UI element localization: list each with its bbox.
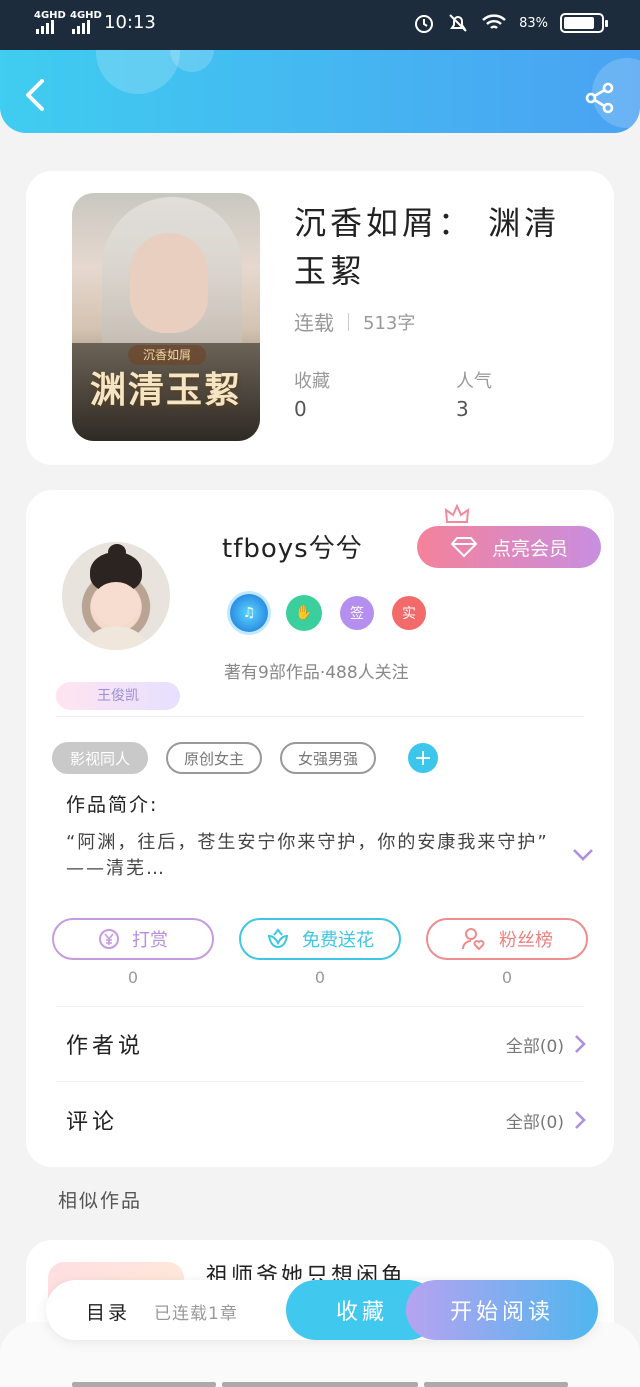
fan-badge: 王俊凯 xyxy=(56,682,180,710)
author-card: 王俊凯 tfboys兮兮 点亮会员 ♫ ✋ 签 实 著有9部作品·488人关注 … xyxy=(26,490,614,1167)
nav-indicator xyxy=(222,1382,418,1387)
chevron-left-icon[interactable] xyxy=(22,78,48,112)
divider xyxy=(56,1081,584,1082)
flower-count: 0 xyxy=(314,968,326,987)
favorites-label: 收藏 xyxy=(294,371,330,392)
chevron-down-icon[interactable] xyxy=(572,848,594,862)
chevron-right-icon xyxy=(575,1035,586,1053)
popularity-label: 人气 xyxy=(456,371,492,392)
alarm-icon xyxy=(415,15,434,33)
status-bar: 4GHD 4GHD 10:13 83% xyxy=(0,0,640,50)
signal-icon xyxy=(36,20,54,34)
yen-icon xyxy=(99,929,119,949)
flower-label: 免费送花 xyxy=(302,930,374,951)
nav-indicator xyxy=(72,1382,216,1387)
battery-text: 83% xyxy=(519,15,548,31)
divider xyxy=(56,1006,584,1007)
reward-label: 打赏 xyxy=(132,930,168,951)
word-count: 513字 xyxy=(363,312,416,334)
add-tag-button[interactable]: + xyxy=(408,743,439,773)
diamond-icon xyxy=(450,537,478,558)
divider xyxy=(56,716,584,717)
serial-status: 已连载1章 xyxy=(154,1304,238,1324)
nav-indicator xyxy=(424,1382,568,1387)
share-icon[interactable] xyxy=(584,82,616,114)
book-info-card: 沉香如屑 渊清玉絜 沉香如屑： 渊清玉絜 连载 513字 收藏 0 人气 3 xyxy=(26,171,614,465)
author-stats: 著有9部作品·488人关注 xyxy=(224,663,409,683)
toc-button[interactable]: 目录 xyxy=(86,1298,130,1325)
send-flower-button[interactable]: 免费送花 xyxy=(239,918,401,960)
top-header xyxy=(0,50,640,133)
book-status: 连载 xyxy=(294,311,334,335)
similar-works-label: 相似作品 xyxy=(58,1190,143,1212)
signed-badge: 签 xyxy=(340,596,374,630)
author-says-all: 全部(0) xyxy=(505,1036,564,1057)
user-heart-icon xyxy=(462,928,485,951)
tag-list: 影视同人 原创女主 女强男强 + xyxy=(52,742,439,774)
author-badges: ♫ ✋ 签 实 xyxy=(230,594,426,632)
signal-icon-2 xyxy=(72,20,90,34)
author-says-row[interactable]: 作者说 全部(0) xyxy=(66,1024,586,1064)
cover-title: 渊清玉絜 xyxy=(89,369,242,411)
popularity-value: 3 xyxy=(456,397,469,421)
verified-badge: 实 xyxy=(392,596,426,630)
fans-rank-button[interactable]: 粉丝榜 xyxy=(426,918,588,960)
avatar[interactable] xyxy=(62,542,170,650)
tag-item[interactable]: 女强男强 xyxy=(280,742,377,774)
reward-button[interactable]: 打赏 xyxy=(52,918,214,960)
book-cover[interactable]: 沉香如屑 渊清玉絜 xyxy=(72,193,260,441)
handshake-badge-icon: ✋ xyxy=(286,595,322,631)
fans-label: 粉丝榜 xyxy=(499,930,553,951)
bottom-action-bar: 目录 已连载1章 收藏 开始阅读 xyxy=(46,1280,598,1340)
crown-icon xyxy=(444,504,470,523)
flower-icon xyxy=(267,928,289,949)
comments-row[interactable]: 评论 全部(0) xyxy=(66,1100,586,1140)
comments-title: 评论 xyxy=(66,1110,119,1135)
wifi-icon xyxy=(482,14,506,29)
mute-bell-icon xyxy=(449,14,467,32)
fans-count: 0 xyxy=(501,968,513,987)
author-says-title: 作者说 xyxy=(66,1034,145,1059)
battery-icon xyxy=(560,13,608,33)
comments-all: 全部(0) xyxy=(505,1112,564,1133)
vip-button-label: 点亮会员 xyxy=(491,537,568,560)
clock: 10:13 xyxy=(104,12,156,33)
tag-item[interactable]: 影视同人 xyxy=(52,742,149,774)
reward-count: 0 xyxy=(127,968,139,987)
intro-text: “阿渊，往后，苍生安宁你来守护，你的安康我来守护” ——清芜… xyxy=(66,832,549,879)
author-name[interactable]: tfboys兮兮 xyxy=(222,528,363,565)
chevron-right-icon xyxy=(575,1111,586,1129)
intro-label: 作品简介: xyxy=(66,794,159,816)
vip-button[interactable]: 点亮会员 xyxy=(417,526,601,568)
favorites-value: 0 xyxy=(294,397,307,421)
music-badge-icon: ♫ xyxy=(230,594,268,632)
book-title: 沉香如屑： 渊清玉絜 xyxy=(294,204,561,290)
start-reading-button[interactable]: 开始阅读 xyxy=(406,1280,598,1340)
tag-item[interactable]: 原创女主 xyxy=(166,742,263,774)
